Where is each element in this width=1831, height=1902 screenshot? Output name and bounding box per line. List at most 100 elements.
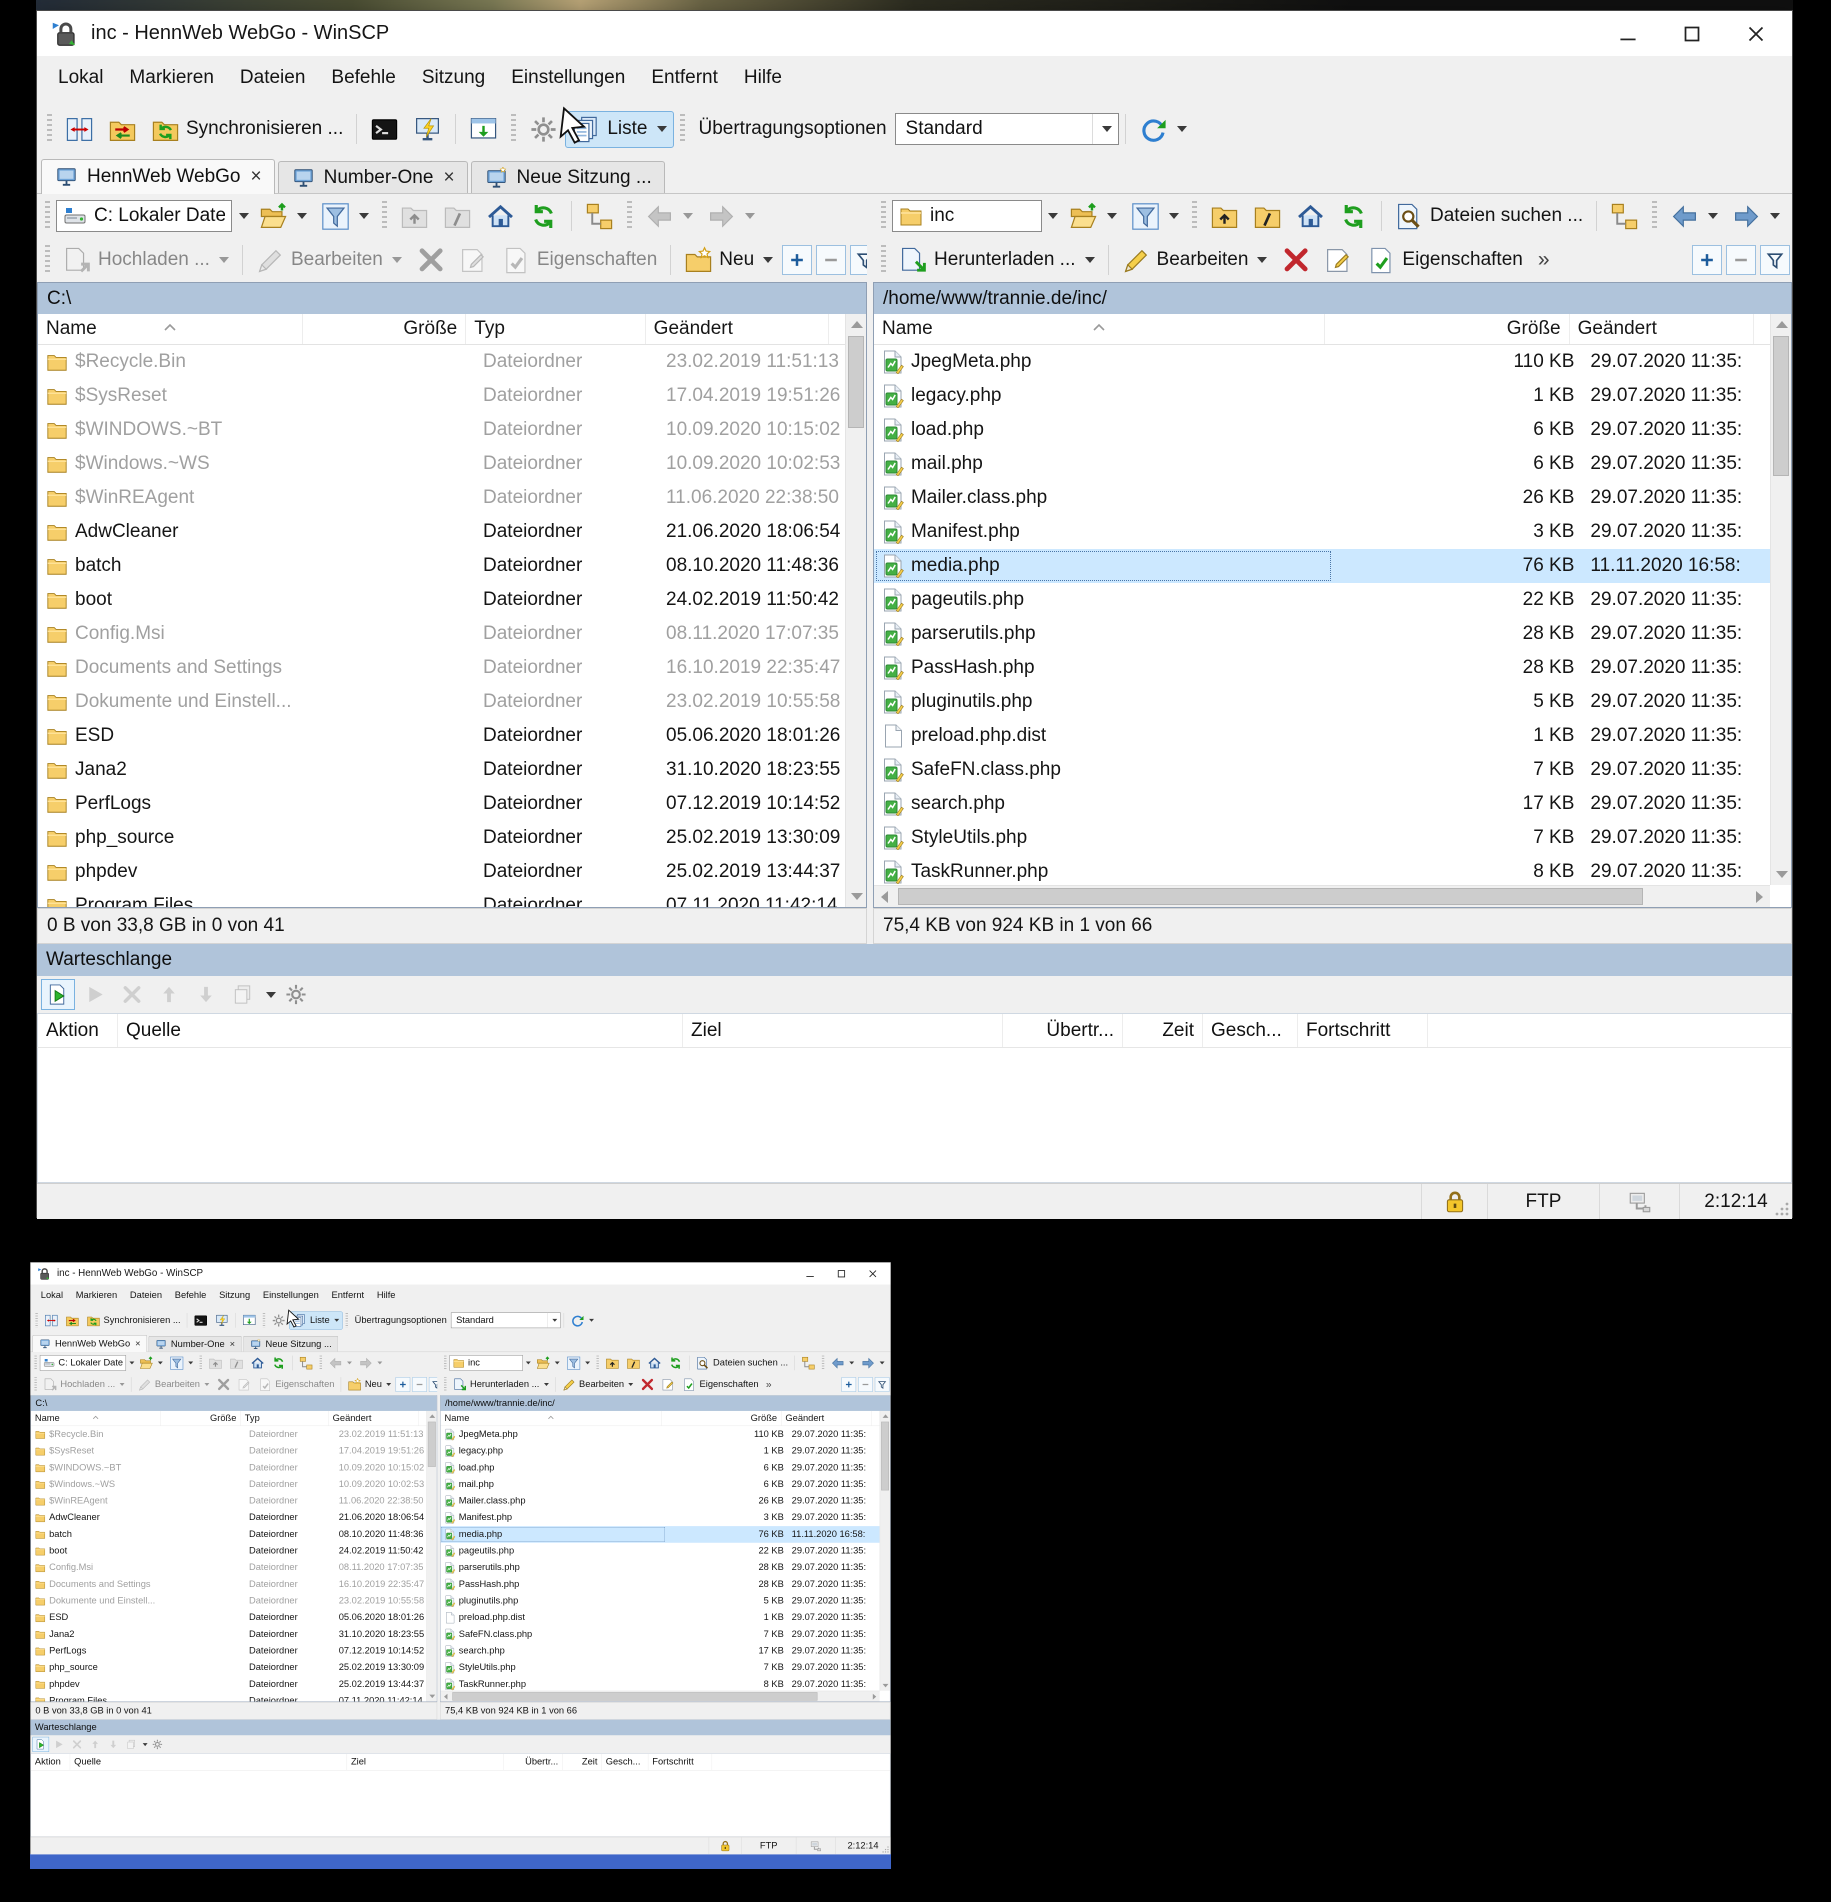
file-row-passhash-php[interactable]: PassHash.php 28 KB 29.07.2020 11:35: <box>874 651 1770 685</box>
properties-button[interactable]: Eigenschaften <box>495 242 664 279</box>
file-row-winreagent[interactable]: $WinREAgent Dateiordner 11.06.2020 22:38:5… <box>38 481 845 515</box>
column-header-typ[interactable]: Typ <box>466 314 646 344</box>
tab-close-icon[interactable]: × <box>251 166 262 188</box>
status-session-segment[interactable] <box>1600 1184 1680 1219</box>
file-row-media-php[interactable]: media.php 76 KB 11.11.2020 16:58: <box>873 549 1770 583</box>
parent-directory-button[interactable] <box>1203 198 1246 235</box>
open-console-button[interactable] <box>363 111 406 148</box>
root-directory-button[interactable] <box>436 198 479 235</box>
queue-column-aktion[interactable]: Aktion <box>38 1014 118 1047</box>
file-row-pluginutils-php[interactable]: pluginutils.php 5 KB 29.07.2020 11:35: <box>874 685 1770 719</box>
file-row-mailer-class-php[interactable]: Mailer.class.php 26 KB 29.07.2020 11:35: <box>874 481 1770 515</box>
select-remove-button[interactable] <box>1726 245 1756 275</box>
queue-resume-button[interactable] <box>78 979 112 1010</box>
queue-delete-button[interactable] <box>115 979 149 1010</box>
dropdown-caret-icon[interactable] <box>1042 200 1062 232</box>
column-header-geändert[interactable]: Geändert <box>1570 314 1754 344</box>
remote-horizontal-scrollbar[interactable] <box>873 885 1770 907</box>
forward-button[interactable] <box>1725 198 1787 235</box>
dropdown-caret-icon[interactable] <box>683 213 693 219</box>
status-security-segment[interactable] <box>1422 1184 1488 1219</box>
remote-directory-select[interactable]: inc <box>891 200 1042 232</box>
file-row-mail-php[interactable]: mail.php 6 KB 29.07.2020 11:35: <box>874 447 1770 481</box>
transfer-preset-select[interactable]: Standard <box>894 113 1119 145</box>
dropdown-caret-icon[interactable] <box>1176 126 1187 132</box>
dropdown-caret-icon[interactable] <box>745 213 755 219</box>
file-row-documents-and-settings[interactable]: Documents and Settings Dateiordner 16.10.2… <box>38 651 845 685</box>
queue-process-button[interactable] <box>41 979 75 1010</box>
download-button[interactable]: Herunterladen ... <box>892 242 1102 279</box>
background-transfers-button[interactable] <box>462 111 505 148</box>
file-row-jpegmeta-php[interactable]: JpegMeta.php 110 KB 29.07.2020 11:35: <box>874 345 1770 379</box>
menu-item-markieren[interactable]: Markieren <box>116 67 226 89</box>
upload-button[interactable]: Hochladen ... <box>56 242 236 279</box>
queue-column-ziel[interactable]: Ziel <box>683 1014 1003 1047</box>
dropdown-caret-icon[interactable] <box>1106 213 1117 219</box>
queue-column-zeit[interactable]: Zeit <box>1123 1014 1203 1047</box>
dropdown-caret-icon[interactable] <box>656 126 667 132</box>
maximize-button[interactable] <box>1660 12 1724 56</box>
refresh-button[interactable] <box>1332 198 1375 235</box>
back-button[interactable] <box>638 198 700 235</box>
selection-filter-button[interactable] <box>850 245 867 275</box>
file-row-legacy-php[interactable]: legacy.php 1 KB 29.07.2020 11:35: <box>874 379 1770 413</box>
filter-button[interactable] <box>314 198 376 235</box>
edit-button[interactable]: Bearbeiten <box>249 242 409 279</box>
swap-panels-button[interactable] <box>58 111 101 148</box>
file-row-jana2[interactable]: Jana2 Dateiordner 31.10.2020 18:23:55 <box>38 753 845 787</box>
file-row-php-source[interactable]: php_source Dateiordner 25.02.2019 13:30:09 <box>38 821 845 855</box>
rename-button[interactable] <box>452 242 495 279</box>
menu-item-dateien[interactable]: Dateien <box>227 67 319 89</box>
file-row-styleutils-php[interactable]: StyleUtils.php 7 KB 29.07.2020 11:35: <box>874 821 1770 855</box>
open-directory-button[interactable] <box>252 198 314 235</box>
file-row-safefn-class-php[interactable]: SafeFN.class.php 7 KB 29.07.2020 11:35: <box>874 753 1770 787</box>
tree-view-button[interactable] <box>578 198 621 235</box>
home-directory-button[interactable] <box>1289 198 1332 235</box>
queue-move-up-button[interactable] <box>152 979 186 1010</box>
menu-item-sitzung[interactable]: Sitzung <box>409 67 498 89</box>
tree-view-button[interactable] <box>1603 198 1646 235</box>
drive-select[interactable]: C: Lokaler Date <box>56 200 232 232</box>
file-row-recycle-bin[interactable]: $Recycle.Bin Dateiordner 23.02.2019 11:51:… <box>38 345 845 379</box>
filter-button[interactable] <box>1124 198 1186 235</box>
file-row-preload-php-dist[interactable]: preload.php.dist 1 KB 29.07.2020 11:35: <box>874 719 1770 753</box>
parent-directory-button[interactable] <box>393 198 436 235</box>
dropdown-caret-icon[interactable] <box>391 257 402 263</box>
file-row-boot[interactable]: boot Dateiordner 24.02.2019 11:50:42 <box>38 583 845 617</box>
menu-item-entfernt[interactable]: Entfernt <box>638 67 731 89</box>
delete-button[interactable] <box>1274 242 1317 279</box>
column-header-größe[interactable]: Größe <box>303 314 467 344</box>
select-add-button[interactable] <box>1692 245 1722 275</box>
remote-vertical-scrollbar[interactable] <box>1770 314 1791 885</box>
file-row-parserutils-php[interactable]: parserutils.php 28 KB 29.07.2020 11:35: <box>874 617 1770 651</box>
properties-button[interactable]: Eigenschaften <box>1360 242 1529 279</box>
dropdown-caret-icon[interactable] <box>266 991 276 998</box>
transfer-settings-button[interactable] <box>1132 111 1194 148</box>
dropdown-caret-icon[interactable] <box>232 200 252 232</box>
menu-item-einstellungen[interactable]: Einstellungen <box>498 67 638 89</box>
file-row-sysreset[interactable]: $SysReset Dateiordner 17.04.2019 19:51:26 <box>38 379 845 413</box>
file-row-pageutils-php[interactable]: pageutils.php 22 KB 29.07.2020 11:35: <box>874 583 1770 617</box>
dropdown-caret-icon[interactable] <box>1168 213 1179 219</box>
column-header-geändert[interactable]: Geändert <box>646 314 829 344</box>
edit-button[interactable]: Bearbeiten <box>1115 242 1275 279</box>
column-header-größe[interactable]: Größe <box>1325 314 1570 344</box>
title-bar[interactable]: inc - HennWeb WebGo - WinSCP <box>37 11 1792 56</box>
select-add-button[interactable] <box>782 245 813 275</box>
home-directory-button[interactable] <box>479 198 522 235</box>
file-row-dokumente-und-einstell[interactable]: Dokumente und Einstell... Dateiordner 23.0… <box>38 685 845 719</box>
dropdown-caret-icon[interactable] <box>763 257 774 263</box>
queue-preferences-button[interactable] <box>279 979 313 1010</box>
session-tab-hennweb-webgo[interactable]: HennWeb WebGo × <box>41 159 275 194</box>
session-tab-neue-sitzung[interactable]: Neue Sitzung ... <box>470 161 665 193</box>
rename-button[interactable] <box>1317 242 1360 279</box>
queue-column-gesch[interactable]: Gesch... <box>1203 1014 1298 1047</box>
file-row-taskrunner-php[interactable]: TaskRunner.php 8 KB 29.07.2020 11:35: <box>874 855 1770 885</box>
file-row-batch[interactable]: batch Dateiordner 08.10.2020 11:48:36 <box>38 549 845 583</box>
dropdown-caret-icon[interactable] <box>1708 213 1719 219</box>
root-directory-button[interactable] <box>1246 198 1289 235</box>
dropdown-caret-icon[interactable] <box>1257 257 1268 263</box>
menu-item-hilfe[interactable]: Hilfe <box>731 67 795 89</box>
file-row-load-php[interactable]: load.php 6 KB 29.07.2020 11:35: <box>874 413 1770 447</box>
session-tab-number-one[interactable]: Number-One × <box>277 161 468 193</box>
